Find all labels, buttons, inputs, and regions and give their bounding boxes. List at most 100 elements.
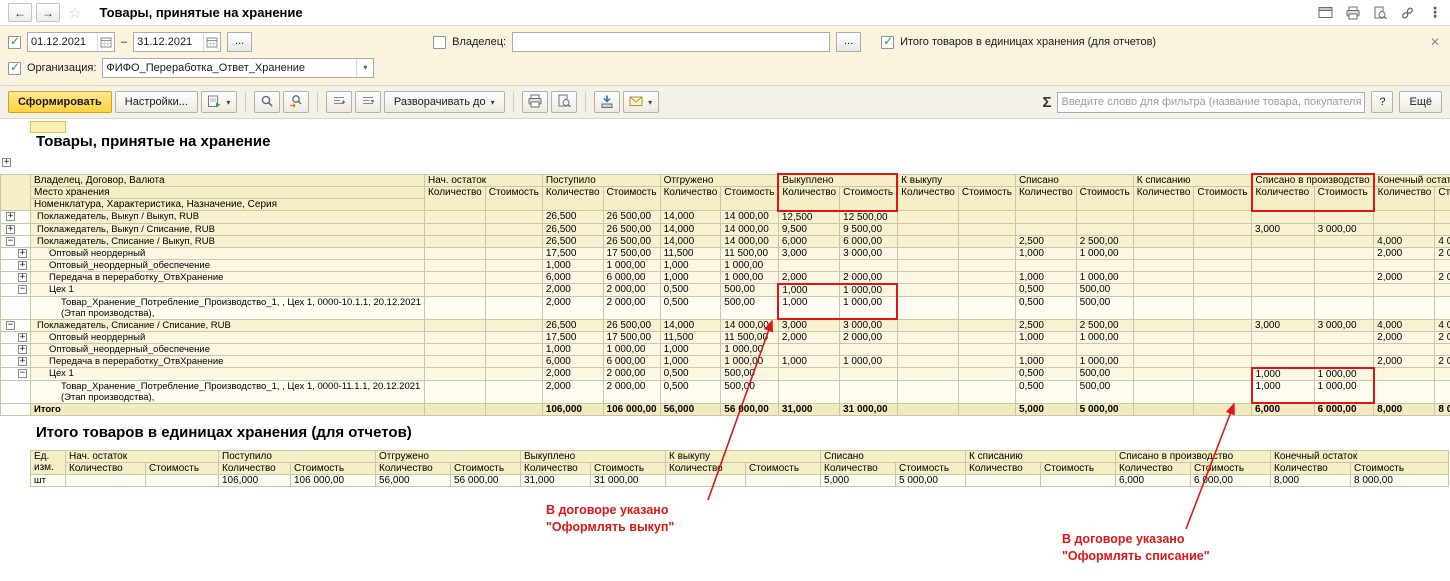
report-cell[interactable]: 1 000,00 [1076,332,1133,344]
collapse-groups-button[interactable] [326,91,352,113]
report-cell[interactable]: 17 500,00 [603,247,660,259]
report-cell[interactable] [1435,284,1450,297]
report-cell[interactable] [1435,211,1450,224]
row-expander-plus[interactable]: + [18,333,27,342]
report-cell[interactable] [958,271,1015,284]
report-cell[interactable] [485,247,542,259]
report-cell[interactable] [1194,332,1252,344]
report-cell[interactable] [840,380,898,403]
report-cell[interactable]: 2 000,00 [603,284,660,297]
report-cell[interactable] [958,403,1015,416]
report-cell[interactable] [1252,344,1315,356]
report-cell[interactable]: 26,500 [542,235,603,247]
print-button[interactable] [522,91,548,113]
report-cell[interactable] [1133,332,1194,344]
report-cell[interactable] [425,356,486,368]
row-expander-minus[interactable]: − [6,237,15,246]
report-cell[interactable] [778,380,839,403]
help-button[interactable]: ? [1371,91,1393,113]
report-cell[interactable]: 2 000,00 [1435,332,1450,344]
report-cell[interactable] [958,319,1015,332]
report-cell[interactable] [1076,211,1133,224]
outer-group-expander[interactable]: + [2,158,11,167]
report-cell[interactable] [1314,296,1374,319]
report-cell[interactable] [897,403,958,416]
report-cell[interactable] [778,259,839,271]
report-cell[interactable]: 1,000 [1015,247,1076,259]
report-cell[interactable] [1133,380,1194,403]
report-cell[interactable] [1015,223,1076,235]
report-cell[interactable]: 2 000,00 [1435,356,1450,368]
report-cell[interactable]: 1 000,00 [840,356,898,368]
report-cell[interactable] [1133,319,1194,332]
report-cell[interactable] [1314,247,1374,259]
report-cell[interactable] [146,475,219,487]
report-cell[interactable]: 106,000 [542,403,603,416]
report-cell[interactable]: 1,000 [660,271,721,284]
report-cell[interactable]: 1,000 [1015,332,1076,344]
report-cell[interactable] [958,344,1015,356]
report-cell[interactable] [958,211,1015,224]
print-icon[interactable] [1346,6,1360,20]
report-cell[interactable]: 14 000,00 [721,235,779,247]
row-expander-plus[interactable]: + [18,273,27,282]
report-cell[interactable] [1435,223,1450,235]
report-cell[interactable]: 1,000 [660,356,721,368]
report-cell[interactable]: 2 500,00 [1076,319,1133,332]
open-in-window-icon[interactable] [1318,6,1333,19]
report-cell[interactable] [1435,296,1450,319]
report-cell[interactable]: 31 000,00 [840,403,898,416]
sigma-icon[interactable]: Σ [1042,94,1051,111]
report-cell[interactable] [1194,319,1252,332]
report-cell[interactable]: 26 500,00 [603,223,660,235]
report-cell[interactable] [1076,259,1133,271]
report-cell[interactable] [425,284,486,297]
report-cell[interactable]: 5,000 [821,475,896,487]
report-cell[interactable]: 26,500 [542,319,603,332]
report-cell[interactable]: 5 000,00 [896,475,966,487]
report-cell[interactable] [485,284,542,297]
report-cell[interactable] [1252,235,1315,247]
report-cell[interactable]: 0,500 [660,368,721,381]
report-cell[interactable] [1015,344,1076,356]
report-cell[interactable] [425,368,486,381]
report-cell[interactable] [1133,344,1194,356]
report-cell[interactable]: 1 000,00 [840,284,898,297]
report-cell[interactable] [1314,344,1374,356]
row-group-name[interactable]: Поклажедатель, Списание / Списание, RUB [31,319,425,332]
report-cell[interactable] [1435,368,1450,381]
report-cell[interactable] [425,271,486,284]
report-cell[interactable]: 1 000,00 [603,344,660,356]
report-cell[interactable] [425,235,486,247]
find-button[interactable] [254,91,280,113]
report-cell[interactable] [1314,332,1374,344]
report-cell[interactable] [1015,211,1076,224]
owner-input[interactable] [513,36,829,48]
back-button[interactable]: ← [8,3,32,22]
preview-button[interactable] [551,91,577,113]
favorite-star-icon[interactable]: ☆ [68,4,81,22]
report-cell[interactable]: 2 500,00 [1076,235,1133,247]
report-cell[interactable] [958,356,1015,368]
report-cell[interactable] [1076,344,1133,356]
report-cell[interactable]: 2,000 [1374,247,1435,259]
report-cell[interactable] [778,368,839,381]
report-cell[interactable]: 0,500 [1015,296,1076,319]
report-cell[interactable]: 1,000 [1252,368,1315,381]
report-cell[interactable]: 1,000 [778,356,839,368]
report-cell[interactable]: 14,000 [660,319,721,332]
report-cell[interactable]: 0,500 [660,284,721,297]
report-cell[interactable] [1252,284,1315,297]
report-cell[interactable]: 2,000 [542,296,603,319]
report-cell[interactable] [966,475,1041,487]
report-cell[interactable] [1194,235,1252,247]
find-next-button[interactable] [283,91,309,113]
report-cell[interactable]: 11 500,00 [721,247,779,259]
report-cell[interactable]: 3 000,00 [1314,223,1374,235]
report-cell[interactable]: 500,00 [1076,296,1133,319]
organization-input[interactable] [103,62,356,74]
period-to-input[interactable] [134,36,203,48]
row-expander-minus[interactable]: − [6,321,15,330]
report-cell[interactable] [897,247,958,259]
report-cell[interactable] [1314,271,1374,284]
